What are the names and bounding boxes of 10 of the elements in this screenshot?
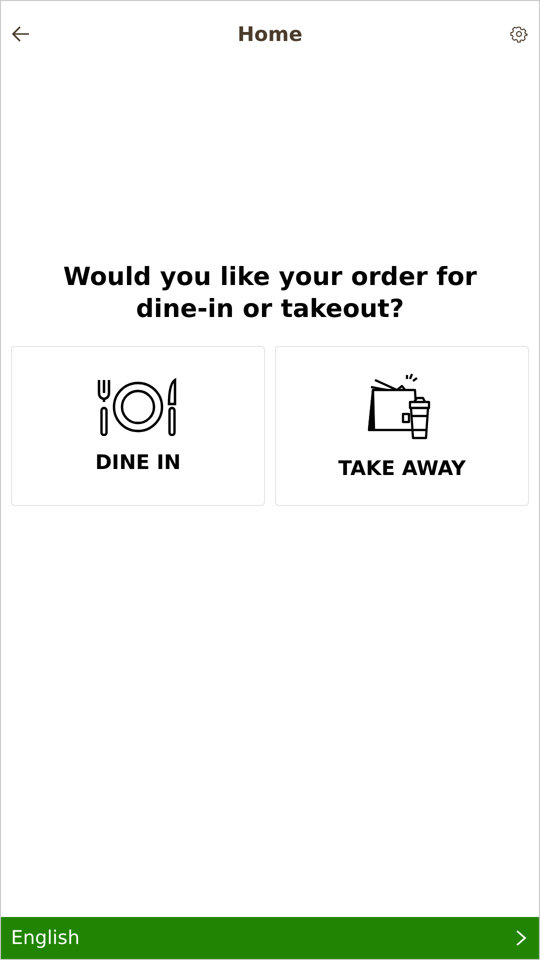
page-title: Home — [238, 22, 302, 46]
language-selector[interactable]: English — [1, 917, 539, 959]
settings-icon — [510, 25, 528, 43]
back-icon — [12, 26, 30, 42]
dine-in-card[interactable]: DINE IN — [11, 346, 265, 506]
back-button[interactable] — [11, 24, 31, 44]
question-text: Would you like your order for dine-in or takeout? — [62, 261, 478, 325]
take-away-card[interactable]: TAKE AWAY — [275, 346, 529, 506]
chevron-right-icon — [515, 929, 527, 947]
settings-button[interactable] — [508, 24, 529, 44]
